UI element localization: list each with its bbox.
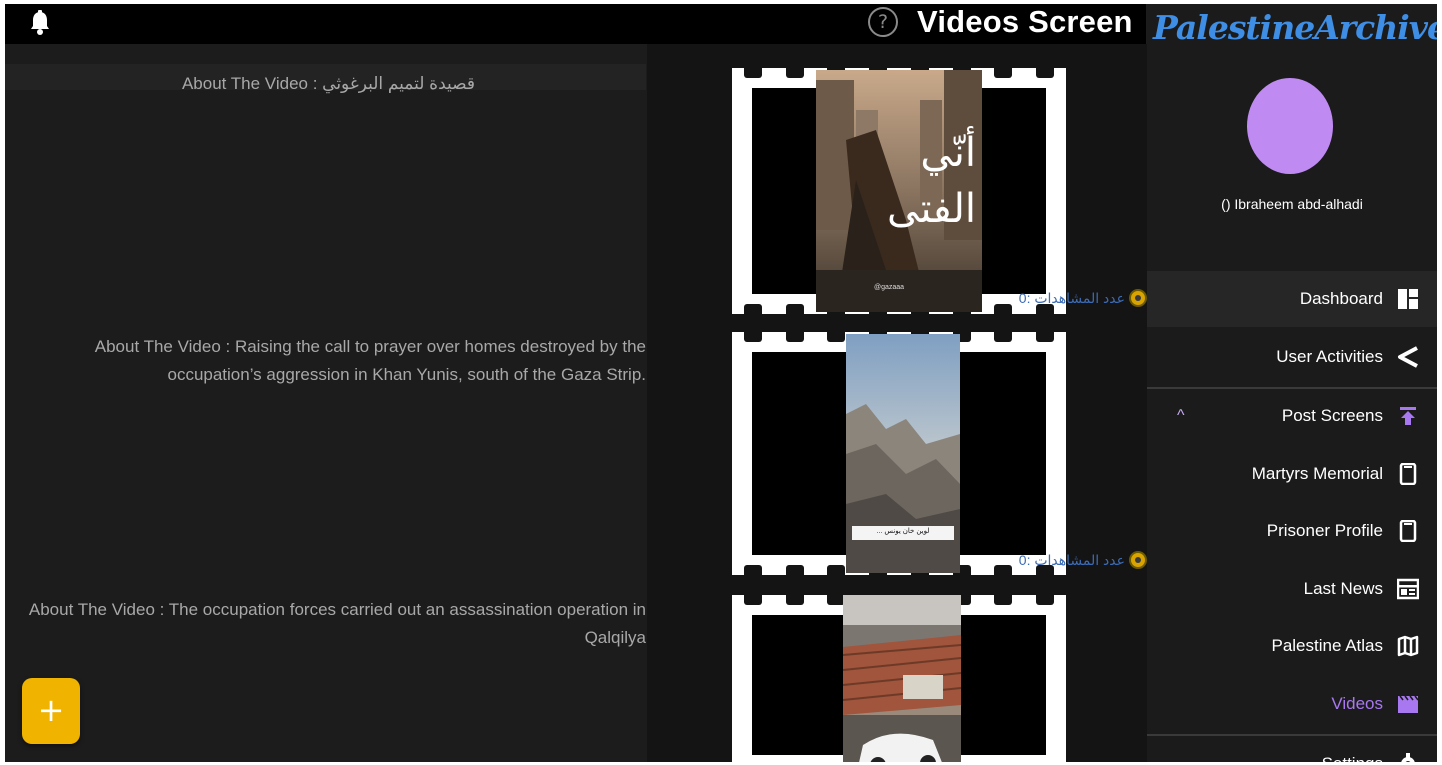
nav-last-news[interactable]: Last News bbox=[1147, 561, 1437, 617]
sidebar: PalestineArchive () Ibraheem abd-alhadi … bbox=[1147, 4, 1437, 762]
video-description: About The Video : قصيدة لتميم البرغوثي bbox=[181, 74, 475, 93]
newspaper-icon bbox=[1397, 578, 1419, 600]
nav-videos[interactable]: Videos bbox=[1147, 676, 1437, 732]
clapperboard-icon bbox=[1398, 695, 1419, 713]
nav-label: Last News bbox=[1303, 579, 1383, 598]
video-list: أنّي الفتى @gazaaa عدد المشاهدات :0 لوين… bbox=[647, 44, 1147, 762]
nav-label: Post Screens bbox=[1281, 406, 1383, 425]
help-icon[interactable]: ? bbox=[868, 7, 898, 37]
eye-icon bbox=[1129, 551, 1147, 569]
dashboard-icon bbox=[1398, 289, 1418, 309]
nav-label: Dashboard bbox=[1299, 289, 1383, 308]
video-caption: لوين خان يونس ... bbox=[876, 528, 930, 535]
video-description: About The Video : Raising the call to pr… bbox=[94, 337, 646, 384]
nav-label: User Activities bbox=[1276, 347, 1383, 366]
nav-post-screens[interactable]: ^ Post Screens bbox=[1147, 388, 1437, 444]
chevron-up-icon[interactable]: ^ bbox=[1177, 407, 1185, 425]
view-count: عدد المشاهدات :0 bbox=[1019, 551, 1147, 569]
video-card[interactable] bbox=[732, 595, 1066, 762]
view-count: عدد المشاهدات :0 bbox=[1019, 289, 1147, 307]
phone-icon bbox=[1399, 520, 1417, 542]
nav-martyrs-memorial[interactable]: Martyrs Memorial bbox=[1147, 446, 1437, 502]
app-window: ? Videos Screen About The Video : قصيدة … bbox=[5, 4, 1437, 762]
video-description: About The Video : The occupation forces … bbox=[28, 600, 646, 647]
nav-dashboard[interactable]: Dashboard bbox=[1147, 271, 1437, 327]
nav-label: Prisoner Profile bbox=[1266, 521, 1383, 540]
nav-palestine-atlas[interactable]: Palestine Atlas bbox=[1147, 618, 1437, 674]
thumbnail-image bbox=[843, 595, 961, 762]
plus-icon: + bbox=[37, 691, 65, 729]
nav-label: Videos bbox=[1331, 694, 1383, 713]
share-icon bbox=[1398, 346, 1418, 368]
bell-icon[interactable] bbox=[29, 10, 51, 36]
upload-icon bbox=[1400, 407, 1416, 425]
page-title: Videos Screen bbox=[917, 4, 1133, 39]
user-name: () Ibraheem abd-alhadi bbox=[1221, 196, 1363, 212]
thumbnail-image bbox=[846, 334, 960, 573]
video-thumbnail[interactable]: أنّي الفتى @gazaaa bbox=[816, 70, 982, 312]
gear-icon bbox=[1401, 753, 1415, 762]
nav-label: Palestine Atlas bbox=[1271, 636, 1383, 655]
avatar[interactable] bbox=[1247, 78, 1333, 174]
nav-user-activities[interactable]: User Activities bbox=[1147, 329, 1437, 385]
add-video-button[interactable]: + bbox=[22, 678, 80, 744]
video-card[interactable]: أنّي الفتى @gazaaa bbox=[732, 68, 1066, 314]
brand-logo[interactable]: PalestineArchive bbox=[1153, 8, 1437, 47]
nav-label: Martyrs Memorial bbox=[1251, 464, 1383, 483]
top-bar: ? Videos Screen bbox=[5, 4, 1146, 44]
phone-icon bbox=[1399, 463, 1417, 485]
map-icon bbox=[1397, 635, 1419, 657]
nav-settings[interactable]: Settings bbox=[1147, 736, 1437, 762]
video-card[interactable]: لوين خان يونس ... bbox=[732, 332, 1066, 575]
nav-label: Settings bbox=[1322, 754, 1383, 762]
nav-prisoner-profile[interactable]: Prisoner Profile bbox=[1147, 503, 1437, 559]
video-thumbnail[interactable] bbox=[843, 595, 961, 762]
video-thumbnail[interactable]: لوين خان يونس ... bbox=[846, 334, 960, 573]
eye-icon bbox=[1129, 289, 1147, 307]
video-overlay-text: أنّي الفتى bbox=[887, 130, 976, 232]
video-watermark: @gazaaa bbox=[874, 284, 905, 291]
